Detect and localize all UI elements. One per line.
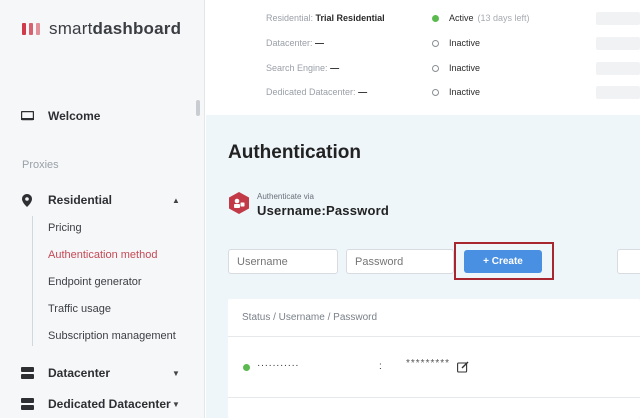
credentials-table: Status / Username / Password ···········… <box>228 299 640 418</box>
status-active-dot <box>432 14 439 22</box>
server-icon <box>20 397 34 411</box>
plan-status-dedicated-datacenter: Inactive <box>432 87 480 97</box>
sidebar-item-label: Datacenter <box>48 366 111 380</box>
table-cell-password: ********* <box>406 358 451 369</box>
sidebar-subitem-traffic-usage[interactable]: Traffic usage <box>48 303 111 315</box>
chevron-down-icon: ▼ <box>172 368 180 378</box>
sidebar-item-residential[interactable]: Residential ▲ <box>20 193 180 207</box>
plan-action-button[interactable] <box>596 37 640 50</box>
table-cell-username: ··········· <box>257 360 300 371</box>
status-inactive-dot <box>432 88 439 96</box>
auth-method-value: Username:Password <box>257 203 390 218</box>
divider <box>228 336 640 337</box>
sidebar-item-welcome[interactable]: Welcome <box>20 109 100 123</box>
edit-icon[interactable] <box>457 360 469 373</box>
sidebar-subitem-authentication-method[interactable]: Authentication method <box>48 249 157 261</box>
table-header: Status / Username / Password <box>242 312 378 323</box>
chevron-up-icon: ▲ <box>172 195 180 205</box>
subnav-line <box>32 216 33 346</box>
auth-via-label: Authenticate via <box>257 192 314 201</box>
sidebar-scrollbar[interactable] <box>196 100 200 116</box>
filter-input[interactable] <box>617 249 640 274</box>
auth-method-icon <box>228 192 250 214</box>
monitor-icon <box>20 109 34 123</box>
sidebar-subitem-pricing[interactable]: Pricing <box>48 222 82 234</box>
brand-logo[interactable]: smartdashboard <box>22 19 181 39</box>
status-inactive-dot <box>432 64 439 72</box>
status-active-dot <box>243 364 250 371</box>
plan-label-search-engine: Search Engine: — <box>266 63 340 73</box>
sidebar-subitem-endpoint-generator[interactable]: Endpoint generator <box>48 276 142 288</box>
plan-status-residential: Active (13 days left) <box>432 13 530 23</box>
status-inactive-dot <box>432 39 439 47</box>
plan-label-dedicated-datacenter: Dedicated Datacenter: — <box>266 87 368 97</box>
logo-icon <box>22 23 40 35</box>
table-cell-separator: : <box>379 361 382 372</box>
plan-status-search-engine: Inactive <box>432 63 480 73</box>
chevron-down-icon: ▼ <box>172 399 180 409</box>
location-pin-icon <box>20 193 34 207</box>
sidebar-section-label: Proxies <box>22 159 59 171</box>
plan-action-button[interactable] <box>596 86 640 99</box>
plan-label-datacenter: Datacenter: — <box>266 38 325 48</box>
authentication-panel: Authentication Authenticate via Username… <box>206 115 640 418</box>
username-input[interactable] <box>228 249 338 274</box>
brand-name: smartdashboard <box>49 19 182 38</box>
plan-status-datacenter: Inactive <box>432 38 480 48</box>
password-input[interactable] <box>346 249 454 274</box>
sidebar-item-label: Residential <box>48 193 113 207</box>
sidebar-item-label: Dedicated Datacenter <box>48 397 171 411</box>
page-title: Authentication <box>228 142 361 163</box>
sidebar: smartdashboard Welcome Proxies Residenti… <box>0 0 205 418</box>
plans-summary: Residential: Trial Residential Active (13… <box>206 0 640 115</box>
sidebar-item-datacenter[interactable]: Datacenter ▼ <box>20 366 180 380</box>
plan-action-button[interactable] <box>596 12 640 25</box>
highlight-box <box>454 242 554 280</box>
sidebar-subitem-subscription-management[interactable]: Subscription management <box>48 330 176 342</box>
plan-label-residential: Residential: Trial Residential <box>266 13 385 23</box>
sidebar-item-dedicated-datacenter[interactable]: Dedicated Datacenter ▼ <box>20 397 180 411</box>
sidebar-item-label: Welcome <box>48 109 101 123</box>
plan-action-button[interactable] <box>596 62 640 75</box>
divider <box>228 397 640 398</box>
server-icon <box>20 366 34 380</box>
